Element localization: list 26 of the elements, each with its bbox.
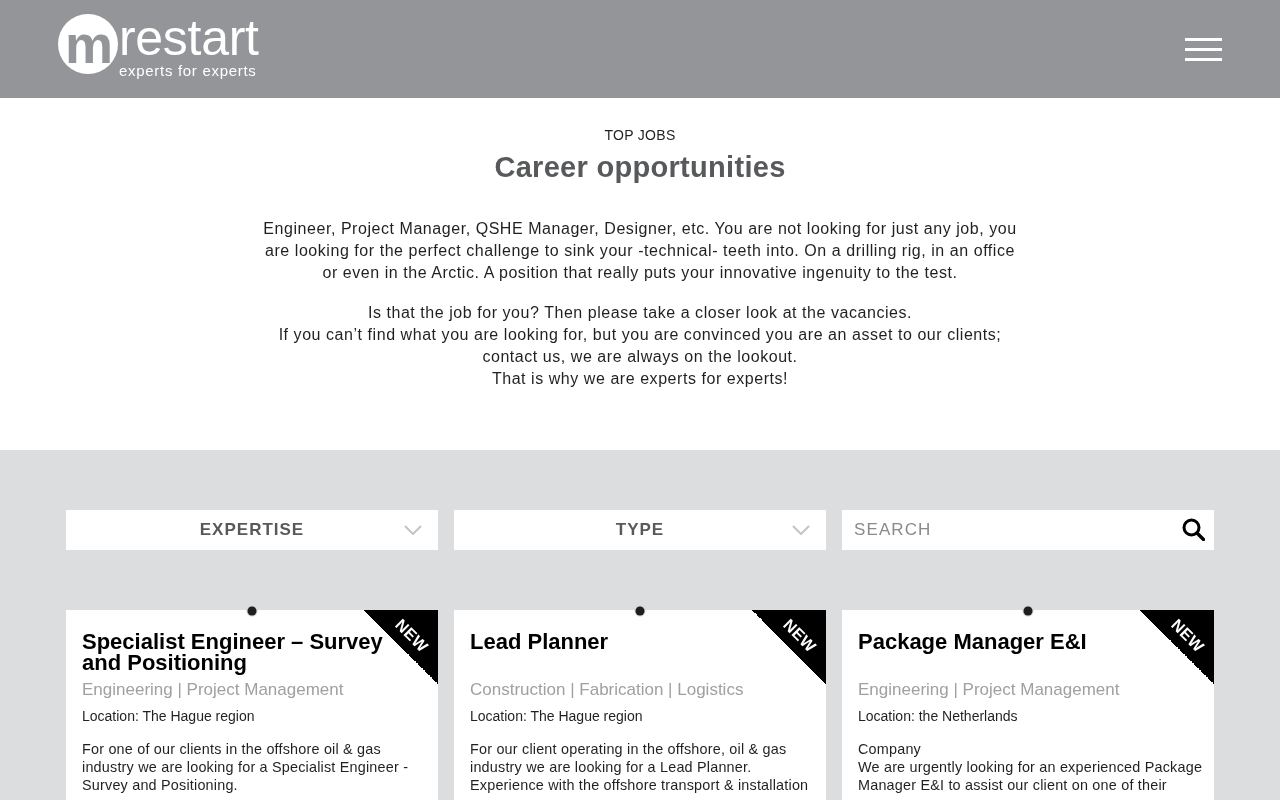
- job-description: For our client operating in the offshore, oil & gas industry we are looking for a Lead Planner. Experience with the offshore transport & installation: [470, 740, 810, 794]
- menu-button[interactable]: [1185, 38, 1222, 61]
- job-title[interactable]: Package Manager E&I: [858, 631, 1087, 652]
- dot-icon: [1022, 605, 1034, 617]
- chevron-down-icon: [404, 525, 422, 535]
- dot-icon: [634, 605, 646, 617]
- intro-paragraph: Engineer, Project Manager, QSHE Manager, Designer, etc. You are not looking for just any job, you are looking for the perfect challenge to sink your -technical- teeth into. On a drilling rig, in an office or even in the Arctic. A position that really puts your innovative ingenuity to the test.: [262, 219, 1018, 283]
- filter-dropdown[interactable]: EXPERTISE: [66, 510, 438, 550]
- job-location: Location: the Netherlands: [858, 707, 1019, 725]
- intro-paragraph: Is that the job for you? Then please take a closer look at the vacancies. If you can’t find what you are looking for, but you are convinced you are an asset to our clients; contact us, we are always on the lookout. That is why we are experts for experts!: [277, 303, 1003, 389]
- job-description: Company We are urgently looking for an experienced Package Manager E&I to assist our client on one of their: [858, 740, 1204, 794]
- search-icon[interactable]: [1182, 518, 1205, 541]
- filter-dropdown[interactable]: TYPE: [454, 510, 826, 550]
- job-location: Location: The Hague region: [82, 707, 256, 725]
- chevron-down-icon: [792, 525, 810, 535]
- section-title: Career opportunities: [494, 150, 786, 185]
- section-eyebrow: TOP JOBS: [604, 126, 676, 144]
- search-field[interactable]: SEARCH: [842, 510, 1214, 550]
- job-description: For one of our clients in the offshore oil & gas industry we are looking for a Specialist Engineer - Survey and Positioning.: [82, 740, 410, 794]
- job-location: Location: The Hague region: [470, 707, 644, 725]
- job-categories: Engineering | Project Management: [82, 679, 345, 701]
- dot-icon: [246, 605, 258, 617]
- job-categories: Engineering | Project Management: [858, 679, 1121, 701]
- job-categories: Construction | Fabrication | Logistics: [470, 679, 745, 701]
- logo-tagline: experts for experts: [119, 62, 257, 80]
- job-title[interactable]: Lead Planner: [470, 631, 609, 652]
